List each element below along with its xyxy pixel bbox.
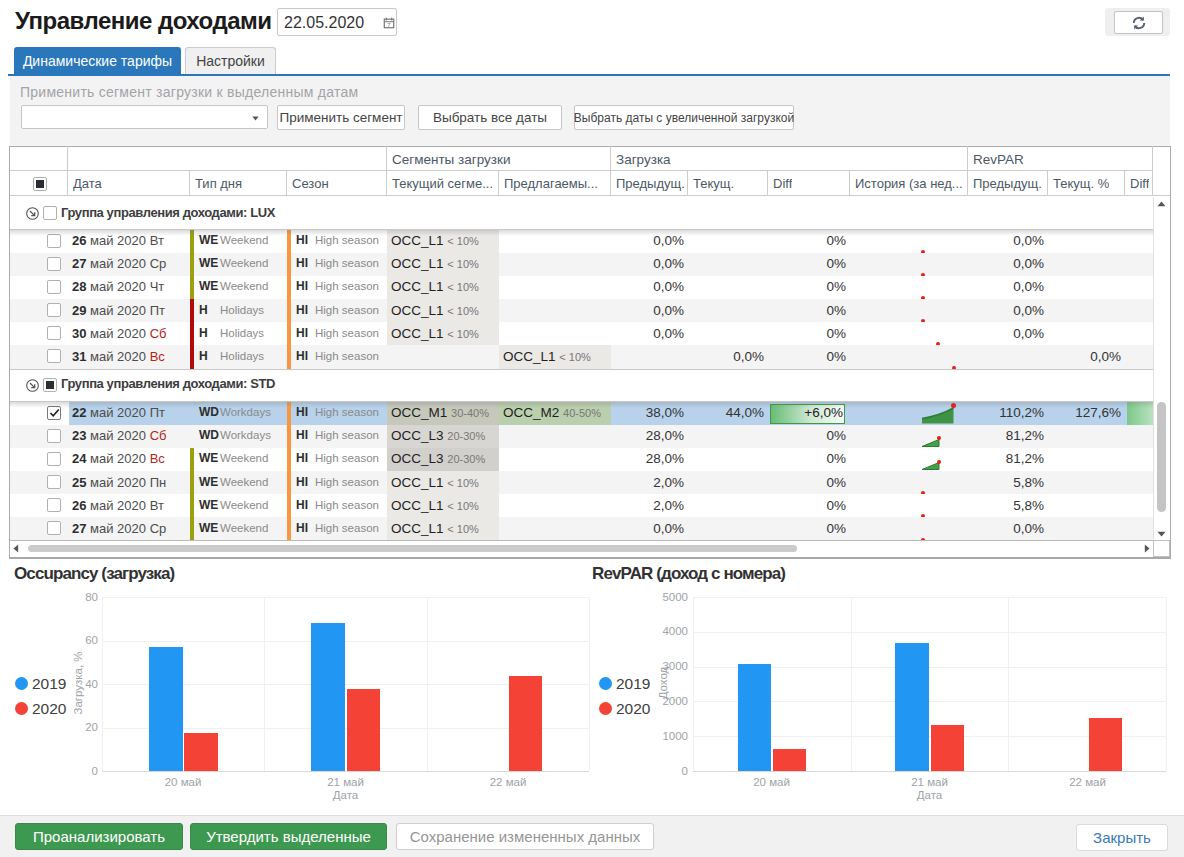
svg-text:7: 7 [387,22,391,28]
